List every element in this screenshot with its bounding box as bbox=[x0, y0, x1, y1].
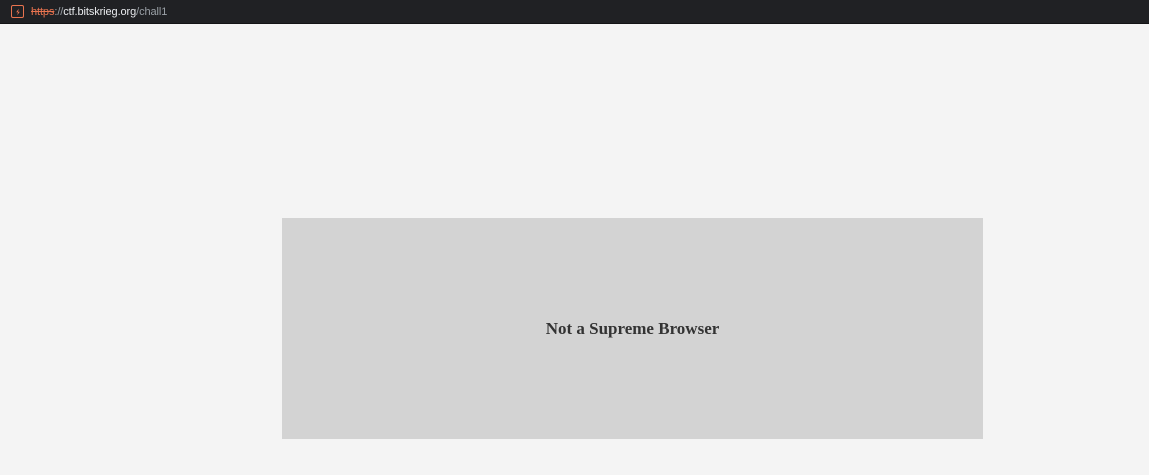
url-path: /chall1 bbox=[136, 5, 168, 18]
page-content: Not a Supreme Browser bbox=[0, 24, 1149, 475]
url-scheme: https bbox=[31, 5, 55, 18]
url-host: ctf.bitskrieg.org bbox=[63, 5, 137, 18]
not-secure-warning-icon[interactable] bbox=[11, 5, 24, 18]
address-bar[interactable]: https://ctf.bitskrieg.org/chall1 bbox=[0, 0, 1149, 24]
url-field[interactable]: https://ctf.bitskrieg.org/chall1 bbox=[31, 0, 167, 24]
url-separator: :// bbox=[54, 5, 64, 18]
message-panel: Not a Supreme Browser bbox=[282, 218, 983, 439]
page-message: Not a Supreme Browser bbox=[545, 318, 720, 338]
